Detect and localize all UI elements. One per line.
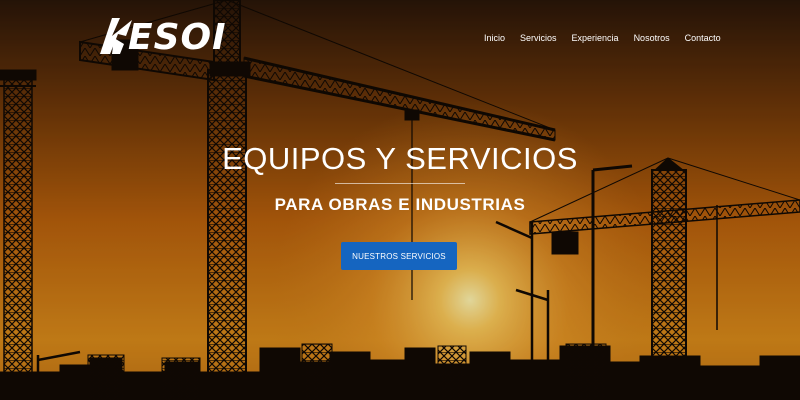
brand-logo-text: ESOI <box>128 17 227 58</box>
hero-section: ESOI Inicio Servicios Experiencia Nosotr… <box>0 0 800 400</box>
nav-item-servicios[interactable]: Servicios <box>520 32 557 44</box>
hero-subtitle: PARA OBRAS E INDUSTRIAS <box>274 195 526 214</box>
hero-title: EQUIPOS Y SERVICIOS <box>222 141 578 176</box>
navbar: ESOI Inicio Servicios Experiencia Nosotr… <box>0 0 800 80</box>
main-navigation: Inicio Servicios Experiencia Nosotros Co… <box>484 32 721 44</box>
nav-item-contacto[interactable]: Contacto <box>685 32 721 44</box>
nav-item-experiencia[interactable]: Experiencia <box>572 32 619 44</box>
nav-item-nosotros[interactable]: Nosotros <box>634 32 670 44</box>
brand-logo[interactable]: ESOI <box>98 14 226 60</box>
hero-divider <box>335 183 465 184</box>
nav-item-inicio[interactable]: Inicio <box>484 32 505 44</box>
nuestros-servicios-button[interactable]: NUESTROS SERVICIOS <box>341 242 457 270</box>
